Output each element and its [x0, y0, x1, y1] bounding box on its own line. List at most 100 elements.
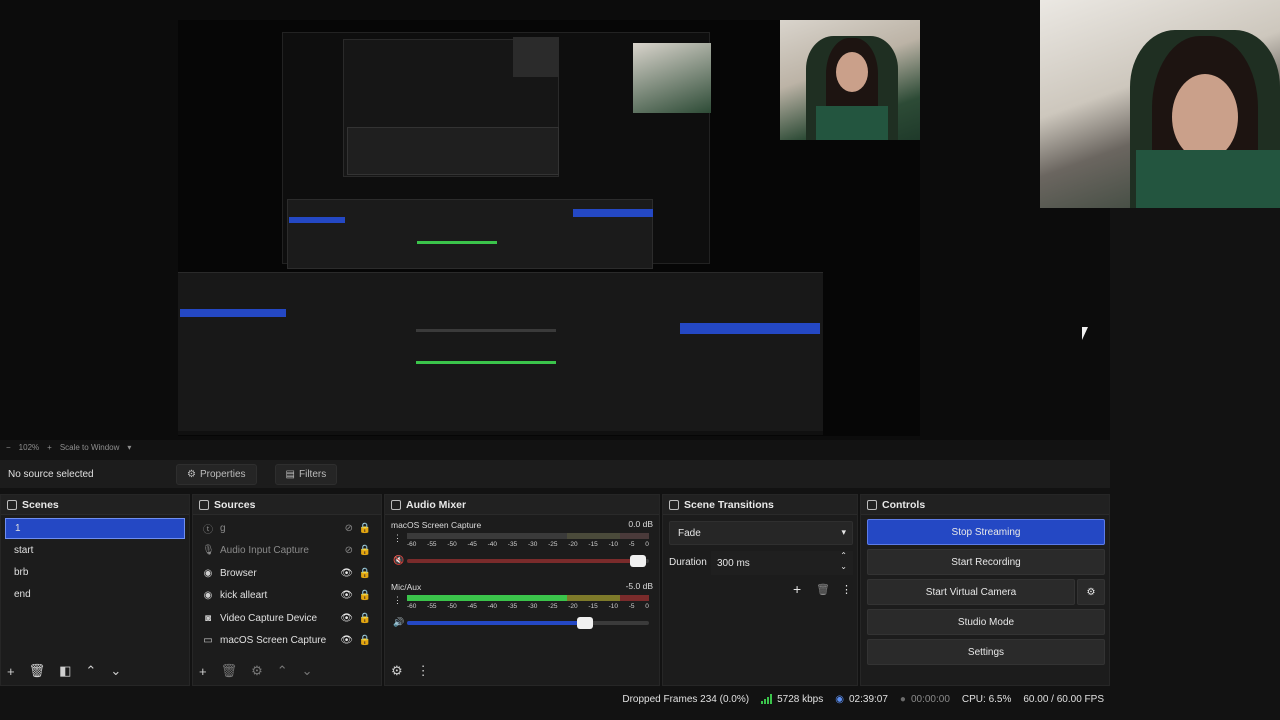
lock-icon[interactable]: 🔒 — [359, 523, 371, 534]
scene-item-end[interactable]: end — [5, 584, 185, 605]
stepper-up-icon[interactable]: ⌃ — [840, 551, 847, 560]
move-down-button[interactable]: ⌄ — [302, 663, 313, 679]
record-time-indicator: ● 00:00:00 — [900, 694, 950, 705]
fps: 60.00 / 60.00 FPS — [1023, 693, 1104, 705]
meter-tick-label: -35 — [507, 603, 518, 610]
hidden-eye-icon[interactable]: ⊘ — [345, 545, 353, 556]
lock-icon[interactable]: 🔒 — [359, 568, 371, 579]
scenes-header: Scenes — [1, 495, 189, 515]
controls-header: Controls — [861, 495, 1109, 515]
source-item-g[interactable]: ⓣ g ⊘ 🔒 — [193, 517, 381, 540]
volume-slider[interactable] — [407, 555, 649, 567]
volume-slider[interactable] — [407, 617, 649, 629]
eye-icon[interactable]: 👁 — [340, 590, 353, 601]
scene-item-brb[interactable]: brb — [5, 562, 185, 583]
lock-icon[interactable]: 🔒 — [359, 635, 371, 646]
channel-menu-icon[interactable]: ⋮ — [393, 595, 402, 606]
signal-bars-icon — [761, 694, 773, 704]
source-toolbar: No source selected ⚙ Properties ▤ Filter… — [0, 460, 1110, 488]
source-item-screen-capture[interactable]: ▭ macOS Screen Capture 👁 🔒 — [193, 630, 381, 653]
source-item-kick-alert[interactable]: ◉ kick alleart 👁 🔒 — [193, 585, 381, 608]
cpu-usage: CPU: 6.5% — [961, 693, 1012, 705]
mixer-channel-screen-capture: macOS Screen Capture 0.0 dB ⋮ -60 -55 -50-… — [391, 519, 653, 577]
mixer-menu-icon[interactable]: ⋮ — [417, 663, 430, 679]
camera-icon: ◙ — [204, 612, 212, 624]
virtual-camera-settings-button[interactable]: ⚙ — [1077, 579, 1105, 605]
eye-icon[interactable]: 👁 — [340, 613, 353, 624]
speaker-icon[interactable]: 🔊 — [393, 617, 404, 628]
chevron-down-icon[interactable]: ▾ — [127, 443, 131, 452]
source-label: g — [220, 522, 226, 534]
meter-tick-label: 0 — [645, 603, 649, 610]
speaker-muted-icon[interactable]: 🔇 — [393, 555, 404, 566]
controls-title: Controls — [882, 498, 926, 511]
source-item-audio-input[interactable]: 🎙 Audio Input Capture ⊘ 🔒 — [193, 540, 381, 563]
meter-tick-label: -25 — [548, 541, 558, 548]
source-properties-button[interactable]: ⚙ — [251, 663, 263, 679]
stepper-down-icon[interactable]: ⌄ — [840, 562, 847, 571]
advanced-audio-icon[interactable]: ⚙ — [391, 663, 403, 679]
channel-db: -5.0 dB — [625, 581, 653, 591]
gear-icon: ⚙ — [1086, 586, 1096, 598]
bitrate-indicator: 5728 kbps — [761, 694, 823, 705]
sources-title: Sources — [214, 498, 256, 511]
meter-ticks: -60 -55 -50 -45 -40 -35 -30 -25 -20 -15 -10 -5 0 — [407, 603, 649, 610]
remove-transition-button[interactable]: 🗑 — [816, 583, 830, 596]
zoom-bar: − 102% + Scale to Window ▾ — [0, 440, 1110, 454]
record-time: 00:00:00 — [910, 693, 950, 705]
lock-icon[interactable]: 🔒 — [359, 590, 371, 601]
move-up-button[interactable]: ⌃ — [277, 663, 288, 679]
meter-tick-label: -15 — [588, 541, 598, 548]
lock-icon[interactable]: 🔒 — [359, 545, 371, 556]
scene-item-1[interactable]: 1 — [5, 518, 185, 539]
add-scene-button[interactable]: + — [7, 664, 15, 679]
move-up-button[interactable]: ⌃ — [85, 663, 96, 679]
eye-icon[interactable]: 👁 — [340, 568, 353, 579]
audio-mixer-dock: Audio Mixer macOS Screen Capture 0.0 dB … — [384, 494, 660, 686]
mouse-cursor — [1082, 327, 1088, 340]
hidden-eye-icon[interactable]: ⊘ — [345, 523, 353, 534]
meter-tick-label: -10 — [608, 541, 618, 548]
meter-tick-label: -5 — [628, 541, 635, 548]
start-virtual-camera-button[interactable]: Start Virtual Camera — [867, 579, 1075, 605]
meter-tick-label: -55 — [427, 603, 437, 610]
source-item-video-capture[interactable]: ◙ Video Capture Device 👁 🔒 — [193, 607, 381, 630]
properties-button[interactable]: ⚙ Properties — [176, 463, 257, 485]
filters-button[interactable]: ▤ Filters — [274, 463, 338, 485]
meter-tick-label: -5 — [628, 603, 635, 610]
lock-icon[interactable]: 🔒 — [359, 613, 371, 624]
meter-tick-label: -25 — [548, 603, 558, 610]
slider-handle[interactable] — [629, 555, 646, 567]
slider-handle[interactable] — [576, 617, 593, 629]
transition-select[interactable]: Fade ▾ — [669, 521, 853, 545]
remove-scene-button[interactable]: 🗑 — [29, 663, 46, 679]
eye-icon[interactable]: 👁 — [340, 635, 353, 646]
move-down-button[interactable]: ⌄ — [110, 663, 121, 679]
preview-area[interactable] — [0, 0, 1110, 440]
channel-menu-icon[interactable]: ⋮ — [393, 533, 402, 544]
source-item-browser[interactable]: ◉ Browser 👁 🔒 — [193, 562, 381, 585]
start-recording-button[interactable]: Start Recording — [867, 549, 1105, 575]
duration-value: 300 ms — [717, 557, 750, 569]
scale-mode[interactable]: Scale to Window — [60, 443, 120, 452]
duration-input[interactable]: 300 ms ⌃ ⌄ — [711, 551, 853, 575]
transition-menu-icon[interactable]: ⋮ — [841, 583, 852, 596]
webcam-feed — [1040, 0, 1280, 208]
remove-source-button[interactable]: 🗑 — [221, 663, 238, 679]
add-transition-button[interactable]: + — [793, 581, 801, 597]
meter-ticks: -60 -55 -50 -45 -40 -35 -30 -25 -20 -15 -10 -5 0 — [407, 541, 649, 548]
zoom-out-button[interactable]: − — [6, 443, 11, 452]
sources-dock: Sources ⓣ g ⊘ 🔒 🎙 Audio Input Capture ⊘ … — [192, 494, 382, 686]
nested-obs-window — [178, 272, 823, 435]
channel-name: macOS Screen Capture — [391, 520, 482, 530]
stop-streaming-button[interactable]: Stop Streaming — [867, 519, 1105, 545]
globe-icon: ◉ — [203, 567, 213, 579]
scene-filters-button[interactable]: ◧ — [59, 663, 71, 679]
settings-button[interactable]: Settings — [867, 639, 1105, 665]
studio-mode-button[interactable]: Studio Mode — [867, 609, 1105, 635]
source-label: Browser — [220, 567, 257, 579]
add-source-button[interactable]: + — [199, 664, 207, 679]
meter-tick-label: -55 — [427, 541, 437, 548]
scene-item-start[interactable]: start — [5, 540, 185, 561]
zoom-in-button[interactable]: + — [47, 443, 52, 452]
